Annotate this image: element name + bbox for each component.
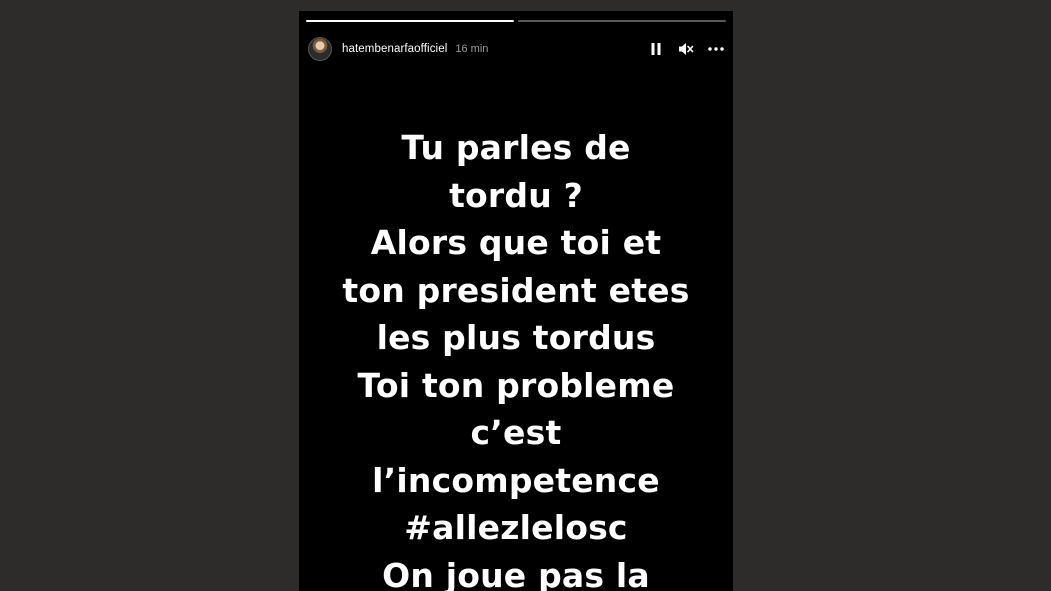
progress-bar-segment	[518, 20, 726, 22]
mute-icon	[679, 43, 694, 55]
story-text-line: c’est	[470, 413, 562, 452]
story-text-line: Alors que toi et	[370, 223, 662, 262]
story-text-line: les plus tordus	[376, 318, 656, 357]
username-link[interactable]: hatembenarfaofficiel	[342, 43, 447, 55]
story-progress-bars	[306, 20, 726, 22]
progress-bar-segment	[306, 20, 514, 22]
more-options-button[interactable]	[708, 41, 724, 57]
story-text-line: #allezlelosc	[404, 508, 628, 547]
story-text-content: Tu parles de tordu ? Alors que toi et to…	[299, 124, 733, 591]
story-text-line: ton president etes	[342, 270, 690, 310]
pause-icon	[651, 43, 661, 55]
user-avatar[interactable]	[308, 37, 332, 61]
story-text-line: On joue pas la	[382, 555, 650, 591]
story-text-line: tordu ?	[449, 175, 583, 215]
story-text-line: l’incompetence	[372, 460, 660, 500]
mute-button[interactable]	[678, 41, 694, 57]
story-timestamp: 16 min	[455, 43, 489, 55]
story-text-line: Toi ton probleme	[357, 365, 675, 405]
more-options-icon	[708, 47, 724, 51]
story-controls	[648, 41, 724, 57]
pause-button[interactable]	[648, 41, 664, 57]
story-text-line: Tu parles de	[401, 128, 631, 167]
progress-bar-fill	[306, 20, 514, 22]
story-header: hatembenarfaofficiel 16 min	[308, 35, 724, 63]
story-viewer[interactable]: hatembenarfaofficiel 16 min Tu parles de…	[299, 11, 733, 591]
